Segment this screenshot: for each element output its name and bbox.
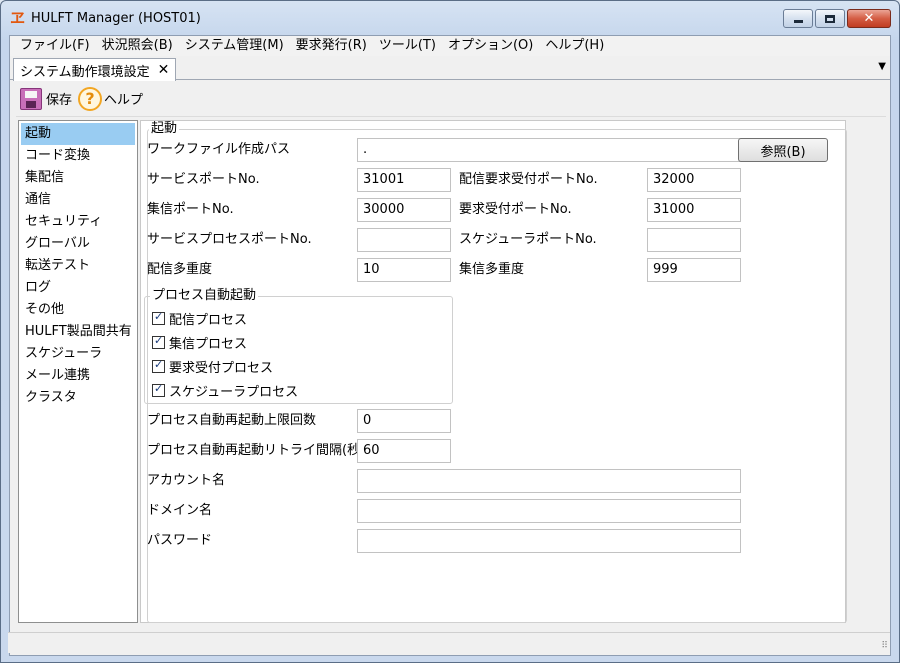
password-input[interactable] — [357, 529, 741, 553]
scheduler-port-label: スケジューラポートNo. — [459, 232, 597, 247]
process-autostart-title: プロセス自動起動 — [150, 288, 259, 304]
service-port-input[interactable]: 31001 — [357, 168, 451, 192]
maximize-icon — [825, 14, 835, 23]
menu-bar: ファイル(F) 状況照会(B) システム管理(M) 要求発行(R) ツール(T)… — [10, 36, 890, 56]
checkbox-label: 配信プロセス — [169, 313, 248, 328]
minimize-icon — [793, 20, 803, 23]
request-port-label: 要求受付ポートNo. — [459, 202, 572, 217]
nav-item-product-share[interactable]: HULFT製品間共有 — [21, 321, 135, 343]
checkbox-receive-process[interactable]: 集信プロセス — [152, 333, 247, 352]
checkbox-checked-icon[interactable] — [152, 358, 165, 373]
nav-item-transfer[interactable]: 集配信 — [21, 167, 135, 189]
menu-tools[interactable]: ツール(T) — [373, 36, 442, 56]
nav-item-other[interactable]: その他 — [21, 299, 135, 321]
minimize-button[interactable] — [783, 9, 813, 28]
checkbox-send-process[interactable]: 配信プロセス — [152, 309, 247, 328]
process-autostart-group: プロセス自動起動 配信プロセス 集信プロセス 要求受付プロセス スケジューラプロ… — [144, 288, 453, 404]
close-button[interactable]: ✕ — [847, 9, 891, 28]
restart-limit-input[interactable]: 0 — [357, 409, 451, 433]
checkbox-request-process[interactable]: 要求受付プロセス — [152, 357, 273, 376]
checkbox-label: 要求受付プロセス — [169, 361, 274, 376]
checkbox-label: スケジューラプロセス — [169, 385, 299, 400]
help-label: ヘルプ — [104, 93, 144, 108]
checkbox-checked-icon[interactable] — [152, 310, 165, 325]
nav-item-global[interactable]: グローバル — [21, 233, 135, 255]
nav-item-transfer-test[interactable]: 転送テスト — [21, 255, 135, 277]
nav-item-communication[interactable]: 通信 — [21, 189, 135, 211]
send-request-port-input[interactable]: 32000 — [647, 168, 741, 192]
service-process-port-label: サービスプロセスポートNo. — [147, 232, 312, 247]
work-path-label: ワークファイル作成パス — [147, 142, 291, 157]
settings-category-list: 起動 コード変換 集配信 通信 セキュリティ グローバル 転送テスト ログ その… — [18, 120, 138, 623]
restart-interval-label: プロセス自動再起動リトライ間隔(秒) — [147, 443, 366, 458]
menu-system[interactable]: システム管理(M) — [179, 36, 290, 56]
close-icon: ✕ — [863, 11, 875, 26]
nav-item-startup[interactable]: 起動 — [21, 123, 135, 145]
group-title: 起動 — [149, 121, 180, 136]
request-port-input[interactable]: 31000 — [647, 198, 741, 222]
tab-strip: システム動作環境設定 ✕ ▼ — [10, 56, 890, 81]
work-path-input[interactable]: . — [357, 138, 741, 162]
window-controls: ✕ — [781, 9, 891, 30]
hulft-app-icon: ヱ — [10, 9, 26, 27]
nav-item-security[interactable]: セキュリティ — [21, 211, 135, 233]
tab-menu-icon[interactable]: ▼ — [878, 61, 886, 72]
menu-status[interactable]: 状況照会(B) — [96, 36, 179, 56]
save-button[interactable]: 保存 — [20, 87, 73, 110]
checkbox-checked-icon[interactable] — [152, 382, 165, 397]
checkbox-scheduler-process[interactable]: スケジューラプロセス — [152, 381, 298, 400]
help-icon: ? — [78, 86, 103, 111]
menu-file[interactable]: ファイル(F) — [14, 36, 96, 56]
restart-limit-label: プロセス自動再起動上限回数 — [147, 413, 317, 428]
password-label: パスワード — [147, 533, 213, 548]
account-input[interactable] — [357, 469, 741, 493]
menu-request[interactable]: 要求発行(R) — [290, 36, 373, 56]
browse-button[interactable]: 参照(B) — [738, 138, 828, 162]
save-label: 保存 — [46, 93, 73, 108]
receive-multiplicity-input[interactable]: 999 — [647, 258, 741, 282]
nav-item-log[interactable]: ログ — [21, 277, 135, 299]
toolbar: 保存 ? ヘルプ — [16, 81, 886, 117]
title-bar[interactable]: ヱ HULFT Manager (HOST01) ✕ — [1, 1, 899, 35]
receive-port-input[interactable]: 30000 — [357, 198, 451, 222]
service-port-label: サービスポートNo. — [147, 172, 260, 187]
restart-interval-input[interactable]: 60 — [357, 439, 451, 463]
send-multiplicity-input[interactable]: 10 — [357, 258, 451, 282]
help-button[interactable]: ? ヘルプ — [78, 86, 144, 111]
domain-input[interactable] — [357, 499, 741, 523]
maximize-button[interactable] — [815, 9, 845, 28]
receive-multiplicity-label: 集信多重度 — [459, 262, 525, 277]
menu-help[interactable]: ヘルプ(H) — [539, 36, 610, 56]
window-title: HULFT Manager (HOST01) — [31, 11, 201, 26]
nav-item-cluster[interactable]: クラスタ — [21, 387, 135, 409]
receive-port-label: 集信ポートNo. — [147, 202, 234, 217]
tab-label: システム動作環境設定 — [20, 64, 150, 80]
menu-options[interactable]: オプション(O) — [442, 36, 539, 56]
send-request-port-label: 配信要求受付ポートNo. — [459, 172, 598, 187]
nav-item-mail[interactable]: メール連携 — [21, 365, 135, 387]
account-label: アカウント名 — [147, 473, 226, 488]
checkbox-checked-icon[interactable] — [152, 334, 165, 349]
domain-label: ドメイン名 — [147, 503, 213, 518]
save-icon — [20, 87, 42, 110]
scheduler-port-input[interactable] — [647, 228, 741, 252]
resize-grip-icon[interactable]: ⠿ — [881, 641, 888, 651]
tab-system-settings[interactable]: システム動作環境設定 ✕ — [13, 58, 177, 81]
nav-item-code-conversion[interactable]: コード変換 — [21, 145, 135, 167]
status-bar: ⠿ — [8, 632, 890, 653]
checkbox-label: 集信プロセス — [169, 337, 248, 352]
service-process-port-input[interactable] — [357, 228, 451, 252]
send-multiplicity-label: 配信多重度 — [147, 262, 213, 277]
nav-item-scheduler[interactable]: スケジューラ — [21, 343, 135, 365]
tab-close-icon[interactable]: ✕ — [158, 62, 170, 78]
